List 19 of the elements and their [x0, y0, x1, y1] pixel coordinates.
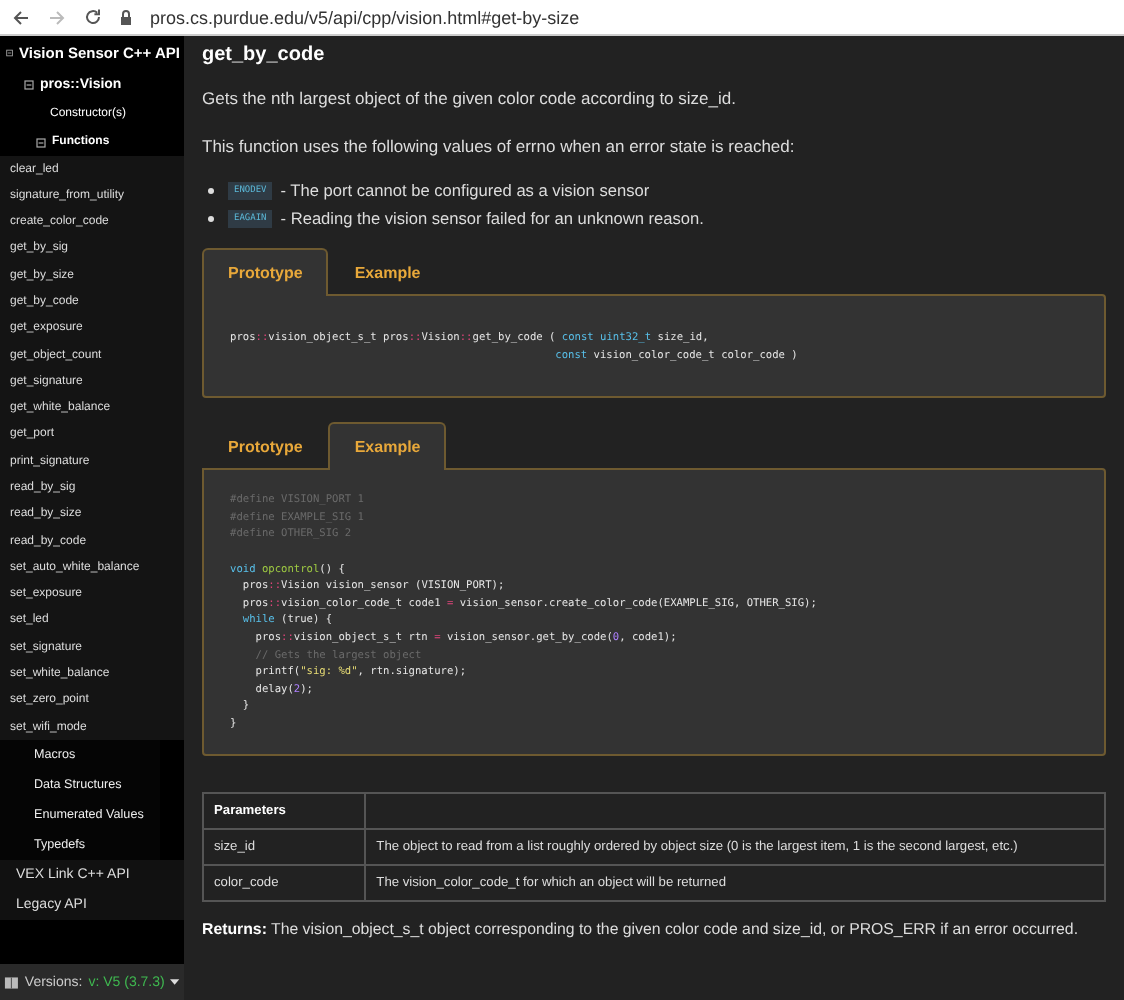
caret-icon[interactable] [170, 978, 180, 986]
tab[interactable]: Prototype [202, 422, 329, 471]
page-title: get_by_code [202, 44, 327, 66]
tab[interactable]: Example [328, 248, 447, 296]
collapse-icon[interactable] [24, 80, 34, 90]
reload-icon[interactable] [84, 8, 102, 26]
book-icon [4, 975, 19, 989]
tab[interactable]: Prototype [202, 248, 329, 296]
error-description: - Reading the vision sensor failed for an unknown reason. [280, 208, 704, 228]
bullet-icon [208, 187, 214, 193]
back-icon[interactable] [12, 9, 30, 25]
collapse-icon[interactable] [36, 137, 46, 147]
tab[interactable]: Example [328, 422, 447, 471]
description-text: Gets the nth largest object of the given color code according to size_id. [202, 88, 738, 108]
error-description: - The port cannot be configured as a vision sensor [280, 180, 650, 200]
bullet-icon [208, 215, 214, 221]
collapse-icon[interactable] [6, 48, 14, 58]
description-text: This function uses the following values of errno when an error state is reached: [202, 136, 797, 156]
lock-icon [120, 9, 132, 25]
